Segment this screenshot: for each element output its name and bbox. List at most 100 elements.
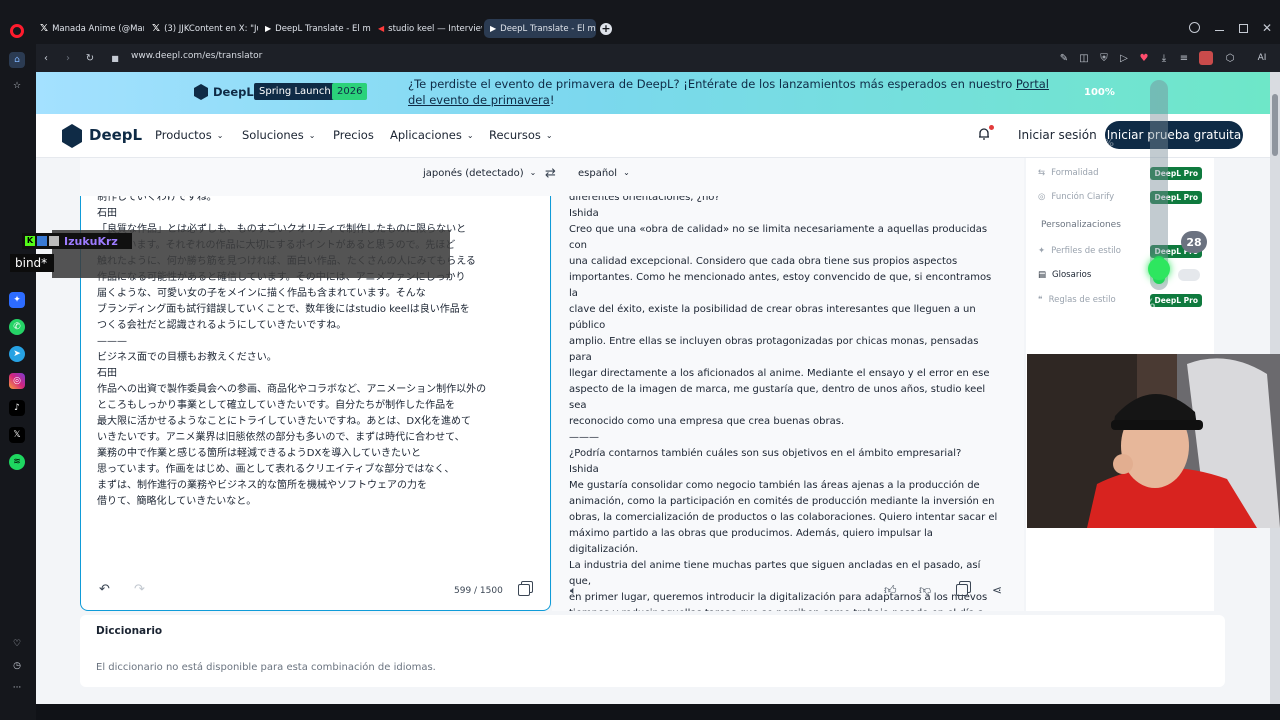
tab-4[interactable]: ◀ studio keel — Interview # (372, 19, 482, 38)
more-icon[interactable]: ··· (9, 680, 25, 696)
opera-logo-icon[interactable] (10, 24, 24, 38)
back-icon[interactable]: ‹ (36, 48, 56, 68)
style-profile-icon: ✦ (1038, 246, 1046, 256)
share-icon[interactable]: ⋖ (992, 583, 1002, 597)
close-window-icon[interactable]: ✕ (1262, 21, 1272, 35)
kick-icon: K (25, 236, 35, 246)
pinboard-icon[interactable]: ☆ (9, 78, 25, 94)
option-label: Perfiles de estilo (1051, 246, 1121, 256)
tab-3[interactable]: ▶ DeepL Translate - El mejo (259, 19, 371, 38)
thumbs-down-icon[interactable]: 👎︎ (919, 583, 931, 598)
nav-productos[interactable]: Productos ⌄ (155, 128, 223, 142)
url-field[interactable]: www.deepl.com/es/translator (131, 51, 262, 61)
tab-label: Manada Anime (@Manad (52, 23, 144, 34)
year-badge: 2026 (332, 83, 368, 100)
browser-tab-bar: 𝕏 Manada Anime (@Manad 𝕏 (3) JJKContent … (0, 0, 1280, 44)
history-icon[interactable]: ◷ (9, 658, 25, 674)
x-sidebar-icon[interactable]: 𝕏 (9, 427, 25, 443)
nav-soluciones[interactable]: Soluciones ⌄ (242, 128, 315, 142)
edit-icon[interactable]: ✎ (1054, 48, 1074, 68)
overlay-badge-icon (37, 236, 47, 246)
heart-icon[interactable]: ♡ (9, 636, 25, 652)
nav-label: Aplicaciones (390, 128, 462, 142)
tab-2[interactable]: 𝕏 (3) JJKContent en X: "Jujut (146, 19, 258, 38)
new-tab-icon[interactable]: + (600, 23, 612, 35)
pro-badge: DeepL Pro (1150, 293, 1202, 307)
overlay-value-circle: 28 (1181, 231, 1207, 253)
dictionary-message: El diccionario no está disponible para e… (96, 662, 436, 673)
spotify-icon[interactable]: ≋ (9, 454, 25, 470)
language-bar: japonés (detectado) ⌄ ⇄ español ⌄ (80, 158, 1024, 196)
thumbs-up-icon[interactable]: 👍︎ (884, 583, 897, 598)
free-trial-button[interactable]: Iniciar prueba gratuita (1105, 121, 1243, 149)
overlay-caption: SALVAR EL STRE... (1067, 332, 1208, 346)
profile-avatar[interactable] (1196, 48, 1216, 68)
deepl-logo-icon[interactable] (62, 124, 82, 148)
copy-source-icon[interactable] (518, 584, 530, 596)
option-clarify[interactable]: ◎ Función Clarify DeepL Pro (1038, 188, 1208, 206)
tab-label: (3) JJKContent en X: "Jujut (164, 23, 258, 34)
option-label: Glosarios (1052, 270, 1092, 280)
swap-languages-icon[interactable]: ⇄ (545, 166, 556, 181)
download-icon[interactable]: ⤓ (1154, 48, 1174, 68)
search-icon[interactable] (1189, 22, 1200, 33)
tab-5-active[interactable]: ▶ DeepL Translate - El mejo (484, 19, 596, 38)
glossary-toggle[interactable] (1178, 269, 1200, 281)
nav-aplicaciones[interactable]: Aplicaciones ⌄ (390, 128, 474, 142)
option-formalidad[interactable]: ⇆ Formalidad DeepL Pro (1038, 164, 1208, 182)
customizations-heading: Personalizaciones (1041, 220, 1121, 230)
forward-icon[interactable]: › (58, 48, 78, 68)
banner-text: ¿Te perdiste el evento de primavera de D… (408, 76, 1068, 108)
shield-icon[interactable]: ⛨ (1094, 48, 1114, 68)
chevron-down-icon: ⌄ (623, 168, 630, 177)
maximize-icon[interactable] (1239, 24, 1248, 33)
chevron-down-icon: ⌄ (216, 130, 224, 140)
login-link[interactable]: Iniciar sesión (1018, 128, 1097, 142)
extensions-icon[interactable]: ⬡ (1220, 48, 1240, 68)
speaker-icon[interactable]: 🔈︎ (570, 584, 577, 598)
telegram-icon[interactable]: ➤ (9, 346, 25, 362)
home-icon[interactable]: ⌂ (9, 52, 25, 68)
percent-75: 75% (1090, 138, 1114, 149)
target-language-select[interactable]: español ⌄ (578, 168, 630, 179)
volume-knob (1148, 258, 1170, 280)
instagram-icon[interactable]: ◎ (9, 373, 25, 389)
webcam-image (1027, 354, 1280, 528)
option-label: Formalidad (1051, 168, 1099, 178)
bell-icon[interactable] (977, 125, 994, 141)
menu-icon[interactable]: ≡ (1174, 48, 1194, 68)
nav-precios[interactable]: Precios (333, 128, 374, 142)
deepl-icon: ▶ (490, 24, 497, 33)
undo-icon[interactable]: ↶ (99, 582, 110, 597)
nav-label: Precios (333, 128, 374, 142)
nav-recursos[interactable]: Recursos ⌄ (489, 128, 553, 142)
banner-message: ¿Te perdiste el evento de primavera de D… (408, 77, 1016, 91)
ai-button[interactable]: AI (1248, 48, 1276, 68)
reload-icon[interactable]: ↻ (80, 48, 100, 68)
quote-icon: ❝ (1038, 295, 1043, 305)
minimize-icon[interactable] (1215, 30, 1224, 31)
deepl-logo-text[interactable]: DeepL (89, 126, 142, 144)
source-language-select[interactable]: japonés (detectado) ⌄ (423, 168, 536, 179)
scrollbar-thumb[interactable] (1272, 94, 1278, 156)
spring-launch-badge: Spring Launch (254, 83, 336, 100)
favorite-heart-icon[interactable]: ♥ (1134, 48, 1154, 68)
percent-big: 14% (1122, 297, 1156, 313)
messenger-icon[interactable]: ✦ (9, 292, 25, 308)
chevron-down-icon: ⌄ (308, 130, 316, 140)
tiktok-icon[interactable]: ♪ (9, 400, 25, 416)
option-label: Reglas de estilo (1048, 295, 1116, 305)
banner-end: ! (549, 93, 555, 107)
option-glossaries[interactable]: ▤ Glosarios (1038, 266, 1208, 284)
deepl-icon: ▶ (265, 24, 272, 33)
chevron-down-icon: ⌄ (545, 130, 553, 140)
whatsapp-icon[interactable]: ✆ (9, 319, 25, 335)
notification-dot (989, 125, 994, 130)
target-language-label: español (578, 168, 618, 179)
copy-translation-icon[interactable] (956, 584, 968, 596)
play-icon[interactable]: ▷ (1114, 48, 1134, 68)
webcam-feed (1027, 354, 1280, 528)
nav-label: Recursos (489, 128, 541, 142)
camera-icon[interactable]: ◫ (1074, 48, 1094, 68)
tab-1[interactable]: 𝕏 Manada Anime (@Manad (34, 19, 144, 38)
